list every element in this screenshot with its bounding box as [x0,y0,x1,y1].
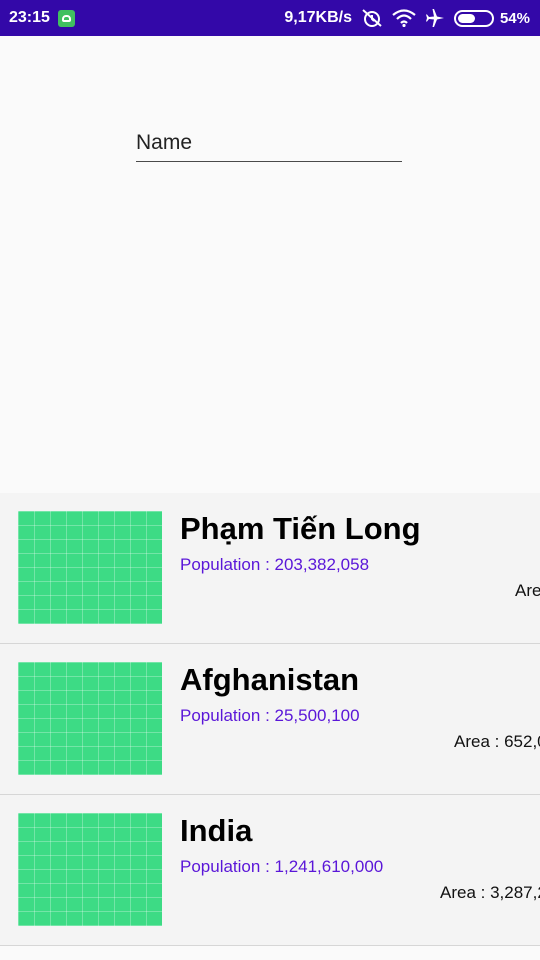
wifi-icon [392,9,416,27]
android-icon [57,9,75,27]
country-list[interactable]: Phạm Tiến Long Population : 203,382,058 … [0,493,540,946]
list-item[interactable]: Phạm Tiến Long Population : 203,382,058 … [0,493,540,644]
country-population: Population : 203,382,058 [180,555,370,574]
status-time: 23:15 [9,9,50,26]
airplane-icon [425,9,444,27]
country-name: Afghanistan [180,662,360,697]
country-population: Population : 1,241,610,000 [180,857,384,876]
alarm-off-icon [362,9,382,27]
country-area: Area : [515,581,540,600]
country-area: Area : 3,287,263 [440,883,540,902]
flag-image [18,511,162,624]
country-name: India [180,813,253,848]
network-speed: 9,17KB/s [284,9,352,26]
name-input[interactable] [136,128,402,162]
battery-percent: 54% [499,9,530,27]
flag-image [18,662,162,775]
flag-image [18,813,162,926]
country-area: Area : 652,090 [454,732,540,751]
list-item[interactable]: Afghanistan Population : 25,500,100 Area… [0,644,540,795]
status-bar: 23:15 9,17KB/s 54% [0,0,540,36]
battery-level [457,13,476,23]
country-population: Population : 25,500,100 [180,706,360,725]
country-name: Phạm Tiến Long [180,511,421,546]
list-item[interactable]: India Population : 1,241,610,000 Area : … [0,795,540,946]
battery-icon [453,9,494,27]
form-area [0,36,540,493]
